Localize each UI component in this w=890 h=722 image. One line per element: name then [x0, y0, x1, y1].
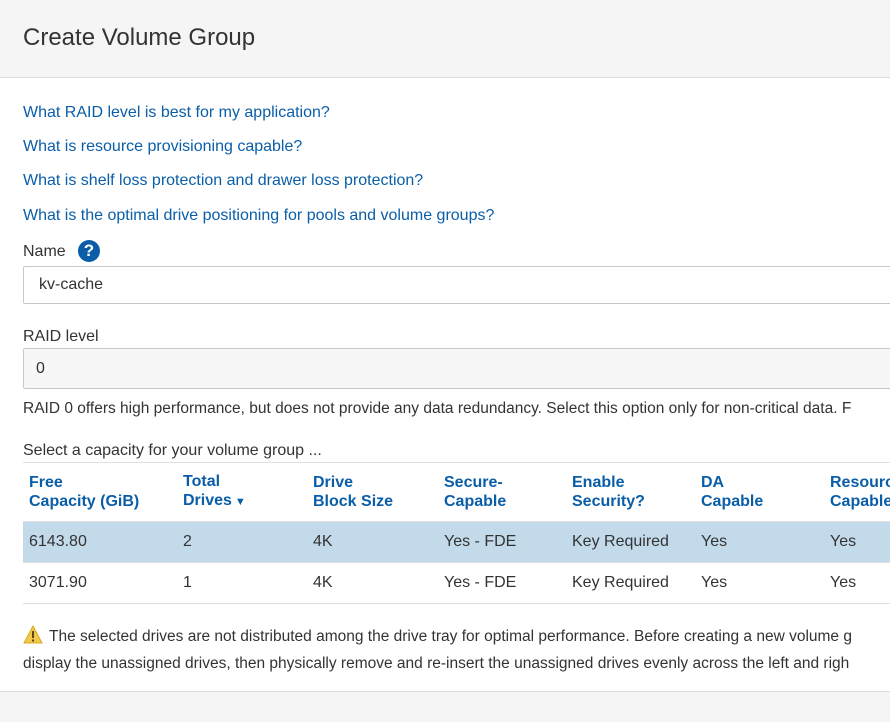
cell-total-drives-link[interactable]: 1 [177, 562, 307, 604]
question-circle-icon[interactable]: ? [78, 240, 100, 262]
name-label: Name [23, 243, 66, 260]
raid-level-select[interactable]: 0 [23, 348, 890, 389]
drive-distribution-warning: The selected drives are not distributed … [23, 624, 890, 676]
dialog-footer [0, 691, 890, 722]
cell-block-size: 4K [307, 562, 438, 604]
column-header-total-drives[interactable]: Total Drives ▼ [177, 462, 307, 522]
column-header-da-capable[interactable]: DA Capable [695, 462, 824, 522]
cell-secure-capable: Yes - FDE [438, 562, 566, 604]
cell-da-capable: Yes [695, 521, 824, 563]
cell-key-required-link[interactable]: Key Required [566, 521, 695, 563]
dialog-title: Create Volume Group [23, 24, 256, 51]
help-link-drive-positioning[interactable]: What is the optimal drive positioning fo… [23, 207, 494, 225]
table-row[interactable]: 3071.90 1 4K Yes - FDE Key Required Yes … [23, 562, 890, 604]
name-input[interactable] [23, 266, 890, 304]
cell-block-size: 4K [307, 521, 438, 563]
column-header-free-capacity[interactable]: Free Capacity (GiB) [23, 462, 177, 522]
column-header-drive-block-size[interactable]: Drive Block Size [307, 462, 438, 522]
warning-triangle-icon [23, 624, 43, 652]
column-header-resource-capable[interactable]: Resourc Capable [824, 462, 890, 522]
warning-text-line-2: display the unassigned drives, then phys… [23, 655, 850, 672]
table-row[interactable]: 6143.80 2 4K Yes - FDE Key Required Yes … [23, 521, 890, 563]
sort-descending-icon: ▼ [234, 496, 246, 508]
dialog-header: Create Volume Group [0, 0, 890, 78]
raid-level-value: 0 [36, 360, 45, 377]
column-header-enable-security[interactable]: Enable Security? [566, 462, 695, 522]
raid-level-label: RAID level [23, 328, 99, 345]
cell-free-capacity: 3071.90 [23, 562, 177, 604]
capacity-table: Free Capacity (GiB) Total Drives ▼ Drive Blo… [23, 462, 890, 604]
cell-da-capable: Yes [695, 562, 824, 604]
cell-secure-capable: Yes - FDE [438, 521, 566, 563]
help-link-shelf-loss-protection[interactable]: What is shelf loss protection and drawer… [23, 172, 423, 190]
cell-key-required-link[interactable]: Key Required [566, 562, 695, 604]
column-header-secure-capable[interactable]: Secure- Capable [438, 462, 566, 522]
cell-resource-capable: Yes [824, 521, 890, 563]
help-link-raid-level[interactable]: What RAID level is best for my applicati… [23, 104, 330, 122]
cell-resource-capable: Yes [824, 562, 890, 604]
cell-total-drives-link[interactable]: 2 [177, 521, 307, 563]
table-header-row: Free Capacity (GiB) Total Drives ▼ Drive Blo… [23, 462, 890, 522]
help-link-resource-provisioning[interactable]: What is resource provisioning capable? [23, 138, 302, 156]
raid-description: RAID 0 offers high performance, but does… [23, 400, 852, 417]
cell-free-capacity: 6143.80 [23, 521, 177, 563]
warning-text-line-1: The selected drives are not distributed … [49, 628, 852, 645]
capacity-label: Select a capacity for your volume group … [23, 442, 322, 459]
